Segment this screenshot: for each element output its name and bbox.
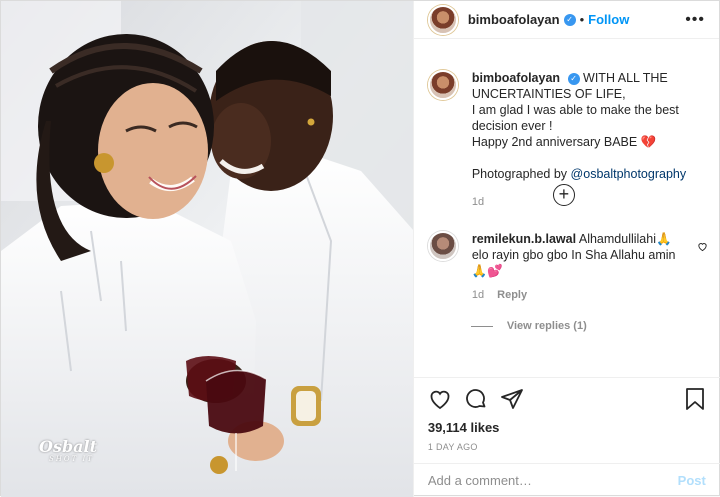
view-replies-button[interactable]: View replies (1): [470, 320, 587, 332]
post-header: bimboafolayan ✓ • Follow •••: [413, 1, 719, 39]
dot-separator: •: [579, 12, 585, 27]
caption-line3: Happy 2nd anniversary BABE 💔: [471, 135, 657, 149]
comment-body: remilekun.b.lawal Alhamdullilahi🙏 elo ra…: [472, 231, 682, 303]
verified-badge-icon: ✓: [563, 13, 576, 26]
more-horizontal-icon[interactable]: •••: [685, 11, 705, 29]
caption-body: bimboafolayan ✓ WITH ALL THE UNCERTAINTI…: [472, 70, 706, 210]
post-photo[interactable]: Osbalt SHOT IT: [1, 1, 413, 497]
comment-meta: 1d Reply: [472, 287, 682, 303]
author-username[interactable]: bimboafolayan: [468, 12, 560, 27]
instagram-post: Osbalt SHOT IT bimboafolayan ✓ • Follow …: [0, 0, 720, 497]
caption-line2: I am glad I was able to make the best de…: [471, 103, 679, 133]
post-comment-button[interactable]: Post: [678, 473, 706, 488]
credit-prefix: Photographed by: [471, 167, 571, 181]
comment-like-heart-icon[interactable]: [697, 241, 708, 255]
comment-item: remilekun.b.lawal Alhamdullilahi🙏 elo ra…: [427, 231, 708, 303]
load-more-comments-icon[interactable]: +: [552, 184, 575, 206]
credit-mention-link[interactable]: @osbaltphotography: [571, 167, 687, 181]
caption-author-avatar[interactable]: [427, 70, 458, 100]
watermark-line1: Osbalt: [39, 437, 97, 456]
caption-username[interactable]: bimboafolayan: [472, 71, 560, 85]
share-paper-plane-icon[interactable]: [500, 387, 524, 411]
photographer-watermark: Osbalt SHOT IT: [39, 439, 97, 463]
reply-button[interactable]: Reply: [497, 289, 527, 301]
like-heart-icon[interactable]: [428, 387, 452, 411]
caption-time[interactable]: 1d: [472, 194, 706, 210]
action-icons-row: [428, 386, 706, 412]
replies-divider-line: [470, 325, 493, 327]
post-actions: 39,114 likes 1 DAY AGO: [413, 377, 720, 452]
author-avatar[interactable]: [427, 4, 458, 35]
watermark-line2: SHOT IT: [49, 455, 94, 463]
likes-count[interactable]: 39,114 likes: [428, 420, 706, 435]
add-comment-input[interactable]: [427, 473, 678, 488]
commenter-avatar[interactable]: [427, 231, 458, 261]
commenter-username[interactable]: remilekun.b.lawal: [472, 232, 576, 246]
follow-button[interactable]: Follow: [588, 12, 629, 27]
caption-credit: Photographed by @osbaltphotography: [472, 166, 706, 182]
post-details-panel: bimboafolayan ✓ • Follow ••• bimboafolay…: [412, 1, 720, 497]
couple-photo: [1, 1, 413, 497]
add-comment-bar: Post: [413, 463, 720, 497]
post-age[interactable]: 1 DAY AGO: [428, 442, 706, 452]
view-replies-label: View replies (1): [506, 320, 587, 332]
verified-badge-icon: ✓: [567, 72, 580, 85]
comment-time[interactable]: 1d: [472, 289, 484, 301]
save-bookmark-icon[interactable]: [684, 387, 706, 411]
comment-bubble-icon[interactable]: [464, 387, 488, 411]
